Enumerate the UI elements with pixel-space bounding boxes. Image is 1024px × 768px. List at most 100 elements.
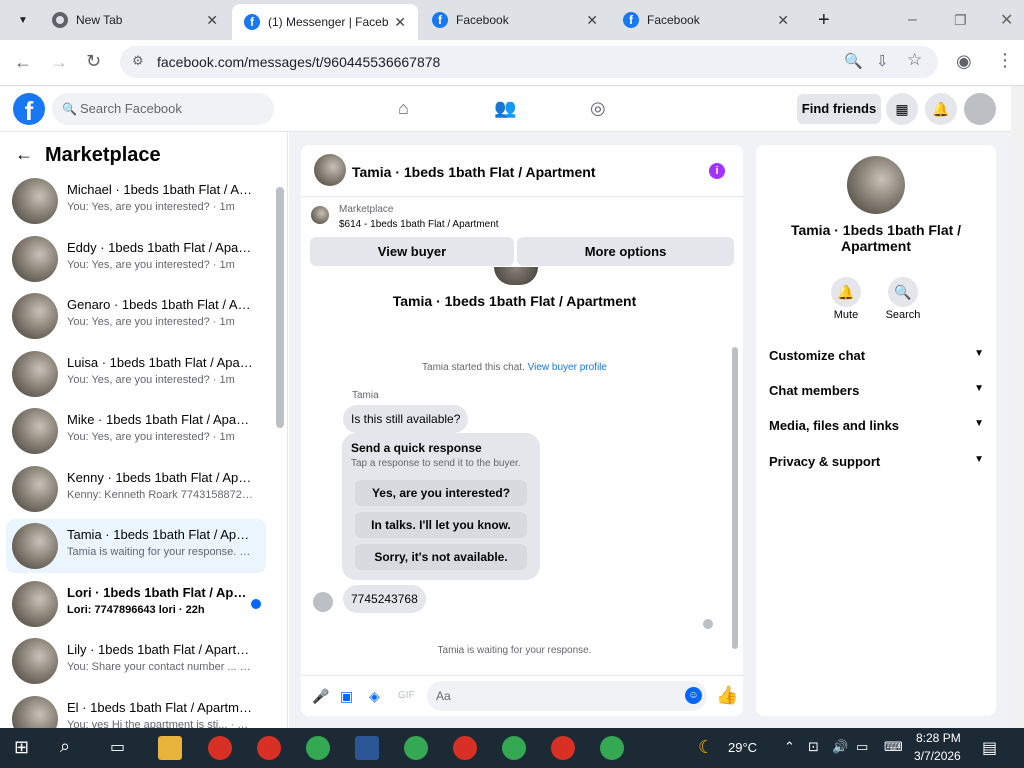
mute-bell-icon[interactable]: 🔔 [831, 277, 861, 307]
conversation-item[interactable]: Lori · 1beds 1bath Flat / Apartment Lori… [6, 577, 266, 631]
chrome-icon[interactable] [208, 736, 232, 760]
file-explorer-icon[interactable] [158, 736, 182, 760]
gif-icon[interactable]: GIF [398, 690, 415, 701]
incoming-message[interactable]: Is this still available? [343, 405, 469, 433]
weather-text[interactable]: 29°C [728, 740, 757, 755]
incoming-message[interactable]: 7745243768 [343, 585, 426, 613]
tab-messenger[interactable]: f (1) Messenger | Facebook ✕ [232, 4, 418, 40]
microphone-icon[interactable]: 🎤 [312, 688, 329, 705]
chrome-icon[interactable] [404, 736, 428, 760]
conversation-item[interactable]: Genaro · 1beds 1bath Flat / Apartment Yo… [6, 289, 266, 343]
search-input[interactable]: 🔍 Search Facebook [52, 93, 274, 125]
conversation-preview: You: Yes, are you interested? · 1m [67, 201, 235, 213]
chat-members-section[interactable]: Chat members ▼ [769, 383, 984, 398]
view-buyer-profile-link[interactable]: View buyer profile [528, 362, 607, 373]
conversation-item[interactable]: Lily · 1beds 1bath Flat / Apartment You:… [6, 634, 266, 688]
facebook-icon: f [623, 12, 639, 28]
close-tab-icon[interactable]: ✕ [206, 12, 218, 29]
close-tab-icon[interactable]: ✕ [586, 12, 598, 29]
waiting-status: Tamia is waiting for your response. [437, 645, 592, 656]
restore-icon[interactable]: ❐ [942, 0, 972, 40]
close-tab-icon[interactable]: ✕ [777, 12, 789, 29]
menu-dots-icon[interactable]: ⋮ [996, 50, 1014, 71]
avatar[interactable] [847, 156, 905, 214]
tab-new-tab[interactable]: New Tab ✕ [40, 0, 230, 40]
keyboard-icon[interactable]: ⌨ [884, 739, 903, 755]
battery-icon[interactable]: ▭ [856, 739, 868, 755]
tab-facebook[interactable]: f Facebook ✕ [611, 0, 801, 40]
section-label: Media, files and links [769, 418, 900, 433]
conversation-item[interactable]: Luisa · 1beds 1bath Flat / Apartment You… [6, 347, 266, 401]
bookmark-star-icon[interactable]: ☆ [907, 50, 922, 70]
site-info-icon[interactable]: ⚙ [132, 53, 144, 69]
message-input[interactable]: Aa [427, 681, 707, 711]
close-window-icon[interactable]: ✕ [988, 0, 1018, 40]
friends-icon[interactable]: 👥 [494, 98, 516, 119]
conversation-item[interactable]: Eddy · 1beds 1bath Flat / Apartment You:… [6, 232, 266, 286]
chat-title[interactable]: Tamia · 1beds 1bath Flat / Apartment [352, 164, 596, 180]
clock-date[interactable]: 3/7/2026 [914, 749, 961, 763]
more-options-button[interactable]: More options [517, 237, 734, 266]
close-tab-icon[interactable]: ✕ [394, 14, 406, 31]
quick-response-option[interactable]: Sorry, it's not available. [355, 544, 527, 570]
windows-start-icon[interactable]: ⊞ [14, 737, 29, 758]
volume-icon[interactable]: 🔊 [832, 739, 848, 755]
info-icon[interactable]: i [709, 163, 725, 179]
customize-chat-section[interactable]: Customize chat ▼ [769, 348, 984, 363]
thread-scrollbar[interactable] [732, 347, 738, 649]
find-friends-button[interactable]: Find friends [797, 94, 881, 124]
zoom-icon[interactable]: 🔍 [844, 52, 863, 70]
media-files-section[interactable]: Media, files and links ▼ [769, 418, 984, 433]
network-icon[interactable]: ⊡ [808, 739, 819, 755]
conversation-item[interactable]: El · 1beds 1bath Flat / Apartment You: y… [6, 692, 266, 728]
emoji-icon[interactable]: ☺ [685, 687, 702, 704]
page-scrollbar[interactable] [1011, 86, 1024, 728]
conversation-item[interactable]: Mike · 1beds 1bath Flat / Apartment You:… [6, 404, 266, 458]
chrome-icon[interactable] [306, 736, 330, 760]
sticker-icon[interactable]: ◈ [369, 688, 380, 705]
back-arrow-icon[interactable]: ← [15, 144, 33, 165]
minimize-icon[interactable]: – [896, 0, 926, 40]
photo-icon[interactable]: ▣ [340, 688, 353, 705]
tab-title: (1) Messenger | Facebook [268, 15, 389, 29]
chrome-icon[interactable] [502, 736, 526, 760]
address-bar[interactable]: ⚙ facebook.com/messages/t/96044553666787… [120, 46, 938, 78]
account-avatar[interactable] [964, 93, 996, 125]
home-icon[interactable]: ⌂ [398, 98, 409, 119]
profile-icon[interactable]: ◉ [956, 51, 972, 72]
notifications-bell-icon[interactable]: 🔔 [925, 93, 957, 125]
groups-icon[interactable]: ◎ [590, 98, 606, 119]
reload-icon[interactable]: ↻ [86, 51, 101, 72]
sidebar-scrollbar[interactable] [276, 187, 284, 428]
avatar[interactable] [314, 154, 346, 186]
app-icon[interactable] [355, 736, 379, 760]
quick-response-option[interactable]: Yes, are you interested? [355, 480, 527, 506]
tab-facebook[interactable]: f Facebook ✕ [420, 0, 610, 40]
chrome-icon[interactable] [453, 736, 477, 760]
notifications-icon[interactable]: ▤ [982, 738, 997, 758]
quick-response-option[interactable]: In talks. I'll let you know. [355, 512, 527, 538]
task-view-icon[interactable]: ▭ [110, 737, 125, 757]
facebook-logo[interactable]: f [13, 93, 45, 126]
clock-time[interactable]: 8:28 PM [916, 731, 961, 745]
chevron-up-icon[interactable]: ⌃ [784, 739, 795, 755]
search-icon[interactable]: 🔍 [888, 277, 918, 307]
conversation-item[interactable]: Michael · 1beds 1bath Flat / Apartment Y… [6, 174, 266, 228]
chrome-icon[interactable] [551, 736, 575, 760]
conversation-item[interactable]: Kenny · 1beds 1bath Flat / Apartment Ken… [6, 462, 266, 516]
install-icon[interactable]: ⇩ [876, 52, 889, 70]
view-buyer-button[interactable]: View buyer [310, 237, 514, 266]
new-tab-button[interactable]: + [806, 0, 836, 40]
back-icon[interactable]: ← [14, 52, 32, 73]
conversation-item-selected[interactable]: Tamia · 1beds 1bath Flat / Apartment Tam… [6, 519, 266, 573]
chrome-icon[interactable] [257, 736, 281, 760]
like-thumb-icon[interactable]: 👍 [716, 685, 738, 706]
menu-grid-icon[interactable]: ▦ [886, 93, 918, 125]
privacy-support-section[interactable]: Privacy & support ▼ [769, 454, 984, 469]
forward-icon[interactable]: → [50, 52, 68, 73]
listing-title[interactable]: $614 - 1beds 1bath Flat / Apartment [339, 219, 499, 230]
chrome-icon[interactable] [600, 736, 624, 760]
tab-search-dropdown[interactable]: ▼ [6, 0, 42, 40]
chat-details-panel: Tamia · 1beds 1bath Flat / Apartment 🔔 M… [756, 145, 996, 716]
search-icon[interactable]: ⌕ [60, 736, 70, 757]
